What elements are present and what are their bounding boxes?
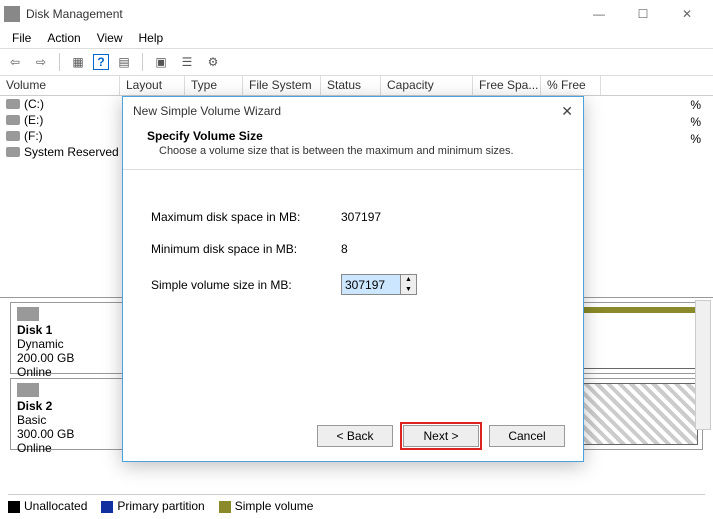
pct-value: % [690,115,701,132]
legend: Unallocated Primary partition Simple vol… [8,494,705,513]
close-icon[interactable]: ✕ [561,103,573,120]
disk-size: 200.00 GB [17,351,122,365]
disk-icon [17,307,39,321]
dialog-heading: Specify Volume Size [147,129,263,143]
min-space-value: 8 [341,242,441,256]
col-fs[interactable]: File System [243,76,321,95]
col-status[interactable]: Status [321,76,381,95]
disk-type: Dynamic [17,337,122,351]
volume-name: (F:) [24,129,43,143]
cancel-button[interactable]: Cancel [489,425,565,447]
column-headers: Volume Layout Type File System Status Ca… [0,76,713,96]
disk-header[interactable]: Disk 1 Dynamic 200.00 GB Online [11,303,129,373]
help-icon[interactable]: ? [93,54,109,70]
menu-action[interactable]: Action [39,29,88,47]
drive-icon [6,147,20,157]
volume-name: System Reserved [24,145,119,159]
drive-icon [6,115,20,125]
volume-name: (E:) [24,113,43,127]
back-button[interactable]: < Back [317,425,393,447]
action-icon[interactable]: ▣ [150,51,172,73]
disk-type: Basic [17,413,122,427]
swatch-primary [101,501,113,513]
volume-size-label: Simple volume size in MB: [151,278,341,292]
volume-name: (C:) [24,97,44,111]
window-title: Disk Management [26,7,577,21]
refresh-icon[interactable]: ▦ [67,51,89,73]
minimize-button[interactable]: — [577,0,621,28]
col-layout[interactable]: Layout [120,76,185,95]
maximize-button[interactable]: ☐ [621,0,665,28]
max-space-label: Maximum disk space in MB: [151,210,341,224]
disk-status: Online [17,441,122,455]
col-capacity[interactable]: Capacity [381,76,473,95]
swatch-unallocated [8,501,20,513]
pct-value: % [690,98,701,115]
dialog-title: New Simple Volume Wizard [133,104,281,118]
volume-size-input[interactable] [342,275,400,294]
menu-help[interactable]: Help [131,29,172,47]
volume-size-spinner[interactable]: ▲ ▼ [341,274,417,295]
col-pct[interactable]: % Free [541,76,601,95]
menu-file[interactable]: File [4,29,39,47]
close-button[interactable]: ✕ [665,0,709,28]
dialog-subtitle: Choose a volume size that is between the… [159,145,559,157]
scrollbar[interactable] [695,300,711,430]
app-icon [4,6,20,22]
spin-down-icon[interactable]: ▼ [401,285,416,295]
drive-icon [6,131,20,141]
disk-size: 300.00 GB [17,427,122,441]
forward-icon[interactable]: ⇨ [30,51,52,73]
list-icon[interactable]: ☰ [176,51,198,73]
settings-icon[interactable]: ⚙ [202,51,224,73]
menu-view[interactable]: View [89,29,131,47]
spin-up-icon[interactable]: ▲ [401,275,416,285]
props-icon[interactable]: ▤ [113,51,135,73]
disk-icon [17,383,39,397]
dialog-titlebar: New Simple Volume Wizard ✕ [123,97,583,125]
pct-values: % % % [690,98,701,149]
wizard-dialog: New Simple Volume Wizard ✕ Specify Volum… [122,96,584,462]
col-type[interactable]: Type [185,76,243,95]
disk-header[interactable]: Disk 2 Basic 300.00 GB Online [11,379,129,449]
disk-name: Disk 1 [17,323,122,337]
drive-icon [6,99,20,109]
next-button[interactable]: Next > [403,425,479,447]
col-free[interactable]: Free Spa... [473,76,541,95]
menubar: File Action View Help [0,28,713,48]
back-icon[interactable]: ⇦ [4,51,26,73]
min-space-label: Minimum disk space in MB: [151,242,341,256]
max-space-value: 307197 [341,210,441,224]
toolbar: ⇦ ⇨ ▦ ? ▤ ▣ ☰ ⚙ [0,48,713,76]
disk-name: Disk 2 [17,399,122,413]
titlebar: Disk Management — ☐ ✕ [0,0,713,28]
swatch-simple [219,501,231,513]
col-volume[interactable]: Volume [0,76,120,95]
disk-status: Online [17,365,122,379]
pct-value: % [690,132,701,149]
